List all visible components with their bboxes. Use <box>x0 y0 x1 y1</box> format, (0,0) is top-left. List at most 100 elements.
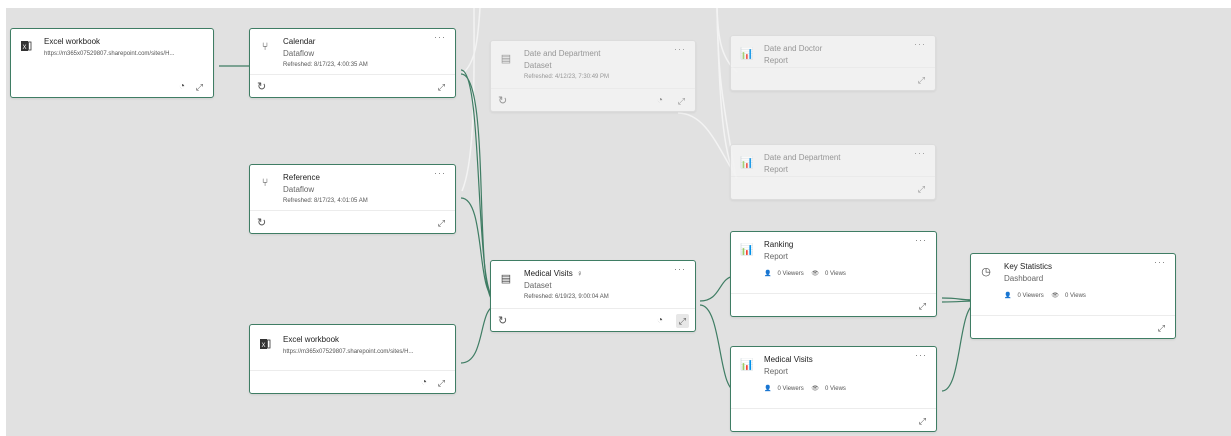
node-refreshed: Refreshed: 8/17/23, 4:00:35 AM <box>283 62 368 68</box>
expand-icon[interactable]: ⤢ <box>678 96 685 106</box>
share-icon[interactable]: ◔ <box>657 96 663 106</box>
node-footer <box>491 88 695 111</box>
svg-text:X: X <box>22 45 26 51</box>
node-type: Dataset <box>524 61 552 70</box>
node-refreshed: Refreshed: 4/12/23, 7:30:49 PM <box>524 74 610 80</box>
node-refreshed: Refreshed: 6/19/23, 9:00:04 AM <box>524 294 609 300</box>
share-icon[interactable]: ◔ <box>179 82 185 92</box>
dataflow-icon: ⑂ <box>261 41 269 53</box>
more-options-button[interactable]: ··· <box>434 32 446 42</box>
lightbulb-icon: ♀ <box>576 269 583 278</box>
excel-icon: X <box>20 40 32 52</box>
node-stats: 👤 0 Viewers 👁 0 Views <box>764 385 852 392</box>
node-ranking-report[interactable]: 📊 Ranking Report ··· 👤 0 Viewers 👁 0 Views… <box>730 231 937 317</box>
node-type: Dataflow <box>283 49 315 58</box>
expand-icon[interactable]: ⤢ <box>919 416 926 426</box>
report-icon: 📊 <box>740 48 754 60</box>
expand-icon[interactable]: ⤢ <box>438 82 445 92</box>
node-medical-visits-report[interactable]: 📊 Medical Visits Report ··· 👤 0 Viewers 👁… <box>730 346 937 432</box>
share-icon[interactable]: ◔ <box>657 316 663 326</box>
expand-icon[interactable]: ⤢ <box>675 314 689 328</box>
expand-icon[interactable]: ⤢ <box>918 184 925 194</box>
dataflow-icon: ⑂ <box>261 177 269 189</box>
node-title: Ranking <box>764 240 794 249</box>
refresh-icon[interactable]: ↻ <box>498 96 507 107</box>
views-icon: 👁 <box>1051 293 1060 299</box>
dashboard-icon: ◷ <box>981 266 991 278</box>
node-key-statistics-dashboard[interactable]: ◷ Key Statistics Dashboard ··· 👤 0 Viewer… <box>970 253 1176 339</box>
node-calendar-dataflow[interactable]: ⑂ Calendar Dataflow Refreshed: 8/17/23, … <box>249 28 456 98</box>
node-footer <box>731 176 935 199</box>
node-footer <box>250 210 455 233</box>
node-url: https://m365x07529807.sharepoint.com/sit… <box>44 51 175 57</box>
node-footer <box>731 293 936 316</box>
views-icon: 👁 <box>811 271 820 277</box>
node-excel-workbook-2[interactable]: X Excel workbook https://m365x07529807.s… <box>249 324 456 394</box>
viewers-icon: 👤 <box>1004 293 1012 299</box>
node-date-doctor-report[interactable]: 📊 Date and Doctor Report ··· ⤢ <box>730 35 936 91</box>
viewers-count: 0 Viewers <box>1017 293 1044 299</box>
node-title: Date and Doctor <box>764 44 823 53</box>
node-date-department-dataset[interactable]: ▤ Date and Department Dataset Refreshed:… <box>490 40 696 112</box>
node-stats: 👤 0 Viewers 👁 0 Views <box>1004 292 1092 299</box>
node-title: Medical Visits ♀ <box>524 269 583 278</box>
node-title: Medical Visits <box>764 355 813 364</box>
report-icon: 📊 <box>740 244 754 256</box>
node-type: Report <box>764 367 789 376</box>
dataset-icon: ▤ <box>500 273 512 285</box>
excel-icon: X <box>259 338 271 350</box>
viewers-count: 0 Viewers <box>777 386 804 392</box>
expand-icon[interactable]: ⤢ <box>919 301 926 311</box>
more-options-button[interactable]: ··· <box>674 264 686 274</box>
node-footer <box>250 74 455 97</box>
viewers-icon: 👤 <box>764 271 772 277</box>
more-options-button[interactable]: ··· <box>915 235 927 245</box>
expand-icon[interactable]: ⤢ <box>438 218 445 228</box>
node-url: https://m365x07529807.sharepoint.com/sit… <box>283 349 414 355</box>
refresh-icon[interactable]: ↻ <box>257 82 266 93</box>
node-type: Report <box>764 56 789 65</box>
expand-icon[interactable]: ⤢ <box>196 82 203 92</box>
node-type: Dataset <box>524 281 552 290</box>
node-refreshed: Refreshed: 8/17/23, 4:01:05 AM <box>283 198 368 204</box>
svg-text:X: X <box>261 343 265 349</box>
viewers-icon: 👤 <box>764 386 772 392</box>
node-title: Date and Department <box>764 153 841 162</box>
more-options-button[interactable]: ··· <box>914 148 926 158</box>
refresh-icon[interactable]: ↻ <box>257 218 266 229</box>
expand-icon[interactable]: ⤢ <box>1158 323 1165 333</box>
node-title: Excel workbook <box>44 37 101 46</box>
more-options-button[interactable]: ··· <box>915 350 927 360</box>
node-title: Key Statistics <box>1004 262 1053 271</box>
node-type: Report <box>764 252 789 261</box>
dataset-icon: ▤ <box>500 53 512 65</box>
viewers-count: 0 Viewers <box>777 271 804 277</box>
views-icon: 👁 <box>811 386 820 392</box>
views-count: 0 Views <box>825 271 846 277</box>
views-count: 0 Views <box>1065 293 1086 299</box>
views-count: 0 Views <box>825 386 846 392</box>
node-date-department-report[interactable]: 📊 Date and Department Report ··· ⤢ <box>730 144 936 200</box>
more-options-button[interactable]: ··· <box>674 44 686 54</box>
more-options-button[interactable]: ··· <box>1154 257 1166 267</box>
node-footer <box>731 408 936 431</box>
node-footer <box>491 308 695 331</box>
node-title: Reference <box>283 173 320 182</box>
node-reference-dataflow[interactable]: ⑂ Reference Dataflow Refreshed: 8/17/23,… <box>249 164 456 234</box>
report-icon: 📊 <box>740 157 754 169</box>
more-options-button[interactable]: ··· <box>914 39 926 49</box>
node-excel-workbook-1[interactable]: X Excel workbook https://m365x07529807.s… <box>10 28 214 98</box>
expand-icon[interactable]: ⤢ <box>918 75 925 85</box>
node-footer <box>971 315 1175 338</box>
expand-icon[interactable]: ⤢ <box>438 378 445 388</box>
node-type: Dashboard <box>1004 274 1044 283</box>
node-type: Dataflow <box>283 185 315 194</box>
refresh-icon[interactable]: ↻ <box>498 316 507 327</box>
report-icon: 📊 <box>740 359 754 371</box>
more-options-button[interactable]: ··· <box>434 168 446 178</box>
node-medical-visits-dataset[interactable]: ▤ Medical Visits ♀ Dataset Refreshed: 6/1… <box>490 260 696 332</box>
node-title: Date and Department <box>524 49 601 58</box>
share-icon[interactable]: ◔ <box>421 378 427 388</box>
node-type: Report <box>764 165 789 174</box>
node-stats: 👤 0 Viewers 👁 0 Views <box>764 270 852 277</box>
